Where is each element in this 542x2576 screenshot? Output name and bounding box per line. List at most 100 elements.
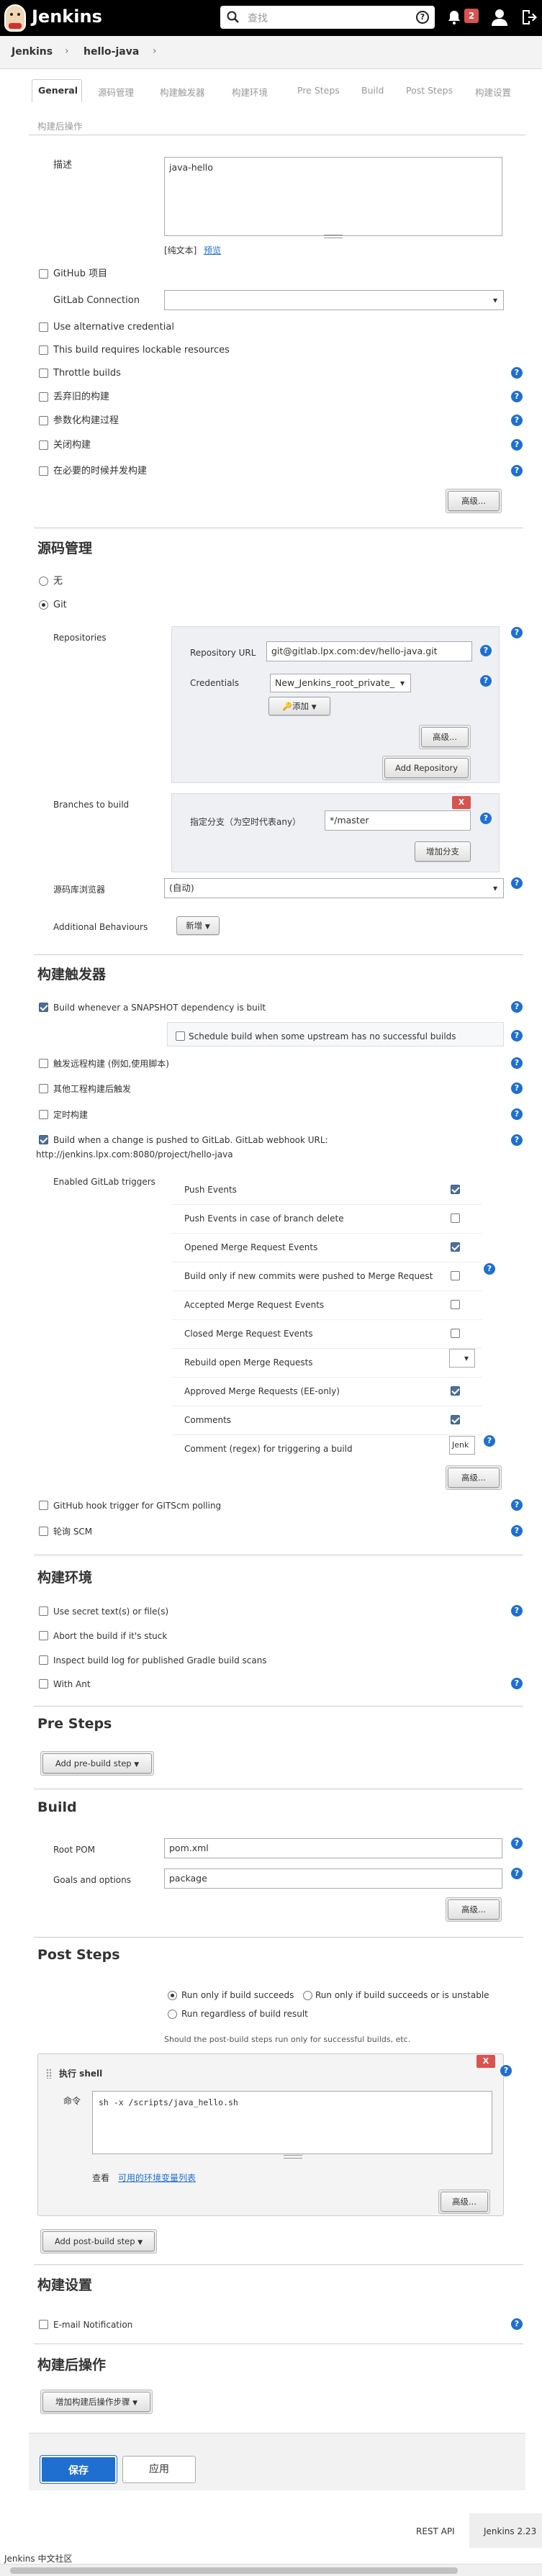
gitlab-trigger-checkbox[interactable] <box>451 1386 460 1396</box>
description-textarea[interactable]: java-hello <box>164 157 502 236</box>
tab-settings[interactable]: 构建设置 <box>475 85 511 99</box>
help-icon[interactable]: ? <box>480 813 492 824</box>
rebuild-open-mr-select[interactable]: N <box>449 1349 475 1368</box>
repo-advanced-button[interactable]: 高级... <box>421 727 469 747</box>
help-icon[interactable]: ? <box>511 439 523 451</box>
help-icon[interactable]: ? <box>511 1030 523 1041</box>
env-option-checkbox-3[interactable] <box>39 1679 48 1689</box>
add-pre-build-step-button[interactable]: Add pre-build step ▼ <box>42 1753 152 1773</box>
help-icon[interactable]: ? <box>511 391 523 402</box>
goals-input[interactable]: package <box>164 1868 502 1889</box>
option-checkbox-5[interactable] <box>39 440 48 450</box>
shell-advanced-button[interactable]: 高级... <box>441 2192 488 2212</box>
logout-icon[interactable] <box>520 9 537 26</box>
snapshot-checkbox[interactable] <box>39 1003 48 1012</box>
repo-url-input[interactable]: git@gitlab.lpx.com:dev/hello-java.git <box>266 641 472 661</box>
delete-shell-step-button[interactable]: X <box>476 2055 495 2068</box>
help-icon[interactable]: ? <box>511 1134 523 1146</box>
help-icon[interactable]: ? <box>511 1499 523 1511</box>
add-branch-button[interactable]: 增加分支 <box>415 841 471 862</box>
tab-general[interactable]: General <box>38 85 78 96</box>
post-radio-regardless[interactable] <box>168 2010 177 2019</box>
gitlab-trigger-checkbox[interactable] <box>451 1242 460 1252</box>
tab-triggers[interactable]: 构建触发器 <box>160 85 205 99</box>
add-post-build-step-button[interactable]: Add post-build step ▼ <box>42 2231 155 2251</box>
add-post-build-action-button[interactable]: 增加构建后操作步骤 ▼ <box>42 2392 150 2412</box>
help-icon[interactable]: ? <box>511 627 523 638</box>
add-credentials-button[interactable]: 🔑添加 ▼ <box>268 697 330 715</box>
post-radio-unstable[interactable] <box>303 1991 312 2000</box>
tab-post-build[interactable]: 构建后操作 <box>37 119 83 132</box>
tab-build[interactable]: Build <box>361 85 384 96</box>
help-icon[interactable]: ? <box>484 1263 495 1275</box>
repo-browser-select[interactable]: (自动) <box>164 878 504 898</box>
tab-environment[interactable]: 构建环境 <box>232 85 268 99</box>
schedule-upstream-checkbox[interactable] <box>176 1031 185 1041</box>
gitlab-connection-select[interactable] <box>164 290 504 310</box>
help-icon[interactable]: ? <box>511 465 523 476</box>
preview-link[interactable]: 预览 <box>204 245 221 256</box>
add-behaviour-button[interactable]: 新增 ▼ <box>176 916 220 935</box>
help-icon[interactable]: ? <box>511 1868 523 1879</box>
add-repository-button[interactable]: Add Repository <box>384 758 469 778</box>
gitlab-push-checkbox[interactable] <box>39 1135 48 1144</box>
help-icon[interactable]: ? <box>511 1001 523 1013</box>
tab-pre-steps[interactable]: Pre Steps <box>297 85 340 96</box>
help-icon[interactable]: ? <box>511 415 523 426</box>
env-option-checkbox-0[interactable] <box>39 1606 48 1616</box>
help-icon[interactable]: ? <box>511 1108 523 1120</box>
after-other-checkbox[interactable] <box>39 1084 48 1093</box>
build-advanced-button[interactable]: 高级... <box>448 1899 500 1920</box>
option-checkbox-3[interactable] <box>39 392 48 402</box>
scm-git-radio[interactable] <box>39 600 48 610</box>
horizontal-scrollbar[interactable] <box>0 2564 542 2576</box>
help-icon[interactable]: ? <box>484 1435 495 1447</box>
root-pom-input[interactable]: pom.xml <box>164 1838 502 1858</box>
option-checkbox-6[interactable] <box>39 466 48 476</box>
notification-badge[interactable]: 2 <box>464 9 479 23</box>
help-icon[interactable]: ? <box>511 1083 523 1094</box>
tab-post-steps[interactable]: Post Steps <box>406 85 453 96</box>
scm-none-radio[interactable] <box>39 577 48 586</box>
rest-api-link[interactable]: REST API <box>416 2526 455 2537</box>
env-vars-link[interactable]: 可用的环境变量列表 <box>118 2172 196 2184</box>
env-option-checkbox-1[interactable] <box>39 1631 48 1640</box>
tab-scm[interactable]: 源码管理 <box>98 85 134 99</box>
breadcrumb-item-jenkins[interactable]: Jenkins <box>12 46 53 58</box>
community-link[interactable]: Jenkins 中文社区 <box>4 2553 72 2564</box>
user-icon[interactable] <box>492 9 507 26</box>
command-textarea[interactable]: sh -x /scripts/java_hello.sh <box>92 2091 492 2154</box>
jenkins-logo-icon[interactable] <box>4 4 26 32</box>
gitlab-trigger-checkbox[interactable] <box>451 1415 460 1424</box>
help-icon[interactable]: ? <box>511 1605 523 1617</box>
scrollbar-thumb[interactable] <box>10 2567 458 2574</box>
env-option-checkbox-2[interactable] <box>39 1655 48 1665</box>
textarea-resize-handle[interactable] <box>324 235 343 238</box>
save-button[interactable]: 保存 <box>40 2456 117 2483</box>
drag-handle-icon[interactable] <box>46 2069 52 2079</box>
github-hook-checkbox[interactable] <box>39 1501 48 1510</box>
bell-icon[interactable] <box>448 10 461 24</box>
brand-title[interactable]: Jenkins <box>32 6 102 27</box>
email-notification-checkbox[interactable] <box>39 2320 48 2329</box>
help-icon[interactable]: ? <box>500 2065 512 2076</box>
search-box[interactable]: 查找 ? <box>220 6 435 29</box>
help-icon[interactable]: ? <box>416 11 429 24</box>
apply-button[interactable]: 应用 <box>122 2456 196 2483</box>
gitlab-trigger-checkbox[interactable] <box>451 1214 460 1223</box>
periodic-checkbox[interactable] <box>39 1110 48 1119</box>
help-icon[interactable]: ? <box>480 645 492 656</box>
help-icon[interactable]: ? <box>511 1057 523 1069</box>
help-icon[interactable]: ? <box>480 675 492 687</box>
credentials-select[interactable]: New_Jenkins_root_private_ <box>270 674 411 692</box>
help-icon[interactable]: ? <box>511 2318 523 2330</box>
help-icon[interactable]: ? <box>511 367 523 379</box>
gitlab-trigger-checkbox[interactable] <box>451 1329 460 1338</box>
poll-scm-checkbox[interactable] <box>39 1527 48 1536</box>
option-checkbox-2[interactable] <box>39 369 48 378</box>
breadcrumb-item-job[interactable]: hello-java <box>83 46 139 58</box>
textarea-resize-handle[interactable] <box>284 2155 302 2159</box>
option-checkbox-1[interactable] <box>39 345 48 355</box>
gitlab-advanced-button[interactable]: 高级... <box>448 1468 500 1488</box>
delete-branch-button[interactable]: X <box>452 796 471 809</box>
